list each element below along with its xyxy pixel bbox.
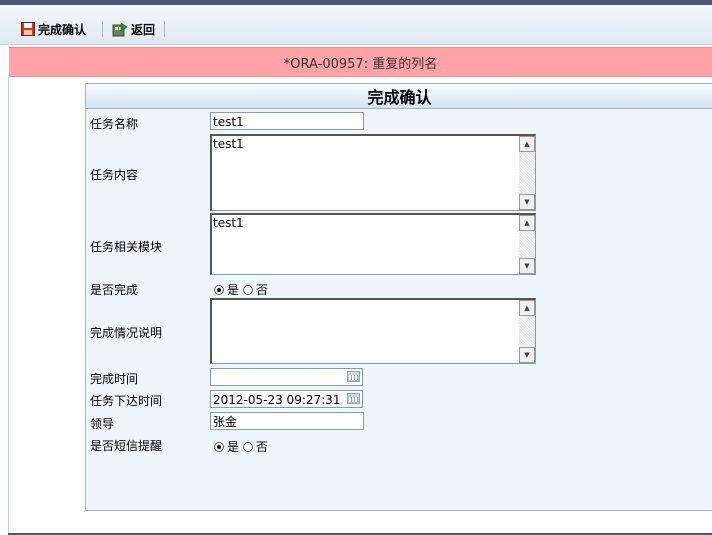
error-message: *ORA-00957: 重复的列名 [283, 56, 438, 72]
assign-time-input[interactable]: 2012-05-23 09:27:31 [210, 390, 363, 408]
task-content-text: test1 [213, 137, 244, 151]
assign-time-value: 2012-05-23 09:27:31 [213, 393, 341, 407]
task-module-label: 任务相关模块 [90, 240, 163, 254]
completion-note-textarea[interactable]: ▲ ▼ [210, 298, 536, 364]
task-content-textarea[interactable]: test1 ▲ ▼ [210, 134, 536, 211]
toolbar-separator [102, 21, 103, 37]
task-module-scrollbar[interactable]: ▲ ▼ [519, 215, 535, 274]
is-completed-yes-label: 是 [227, 283, 240, 297]
form-title: 完成确认 [86, 84, 712, 109]
sms-remind-yes-radio[interactable] [214, 441, 224, 452]
is-completed-no-radio[interactable] [243, 284, 254, 295]
left-border [8, 75, 9, 535]
task-content-scrollbar[interactable]: ▲ ▼ [519, 136, 535, 210]
confirm-button[interactable]: 完成确认 [21, 20, 86, 38]
completion-time-label: 完成时间 [90, 372, 139, 386]
calendar-icon[interactable] [347, 393, 360, 404]
sms-remind-yes-label: 是 [227, 440, 240, 454]
assign-time-label: 任务下达时间 [90, 394, 163, 408]
scroll-up-icon[interactable]: ▲ [519, 300, 535, 316]
scroll-up-icon[interactable]: ▲ [519, 215, 535, 231]
back-icon [112, 21, 128, 36]
task-module-text: test1 [213, 216, 244, 230]
completion-note-scrollbar[interactable]: ▲ ▼ [519, 300, 535, 363]
scroll-down-icon[interactable]: ▼ [519, 347, 535, 363]
completion-time-input[interactable] [210, 368, 363, 386]
save-icon [21, 22, 35, 36]
scroll-down-icon[interactable]: ▼ [519, 258, 535, 274]
sms-remind-no-radio[interactable] [243, 441, 254, 452]
leader-input[interactable]: 张金 [210, 412, 364, 430]
scroll-up-icon[interactable]: ▲ [519, 136, 535, 152]
toolbar: 完成确认 返回 [0, 5, 712, 45]
toolbar-separator [164, 21, 165, 37]
sms-remind-no-label: 否 [256, 440, 269, 454]
task-module-textarea[interactable]: test1 ▲ ▼ [210, 213, 536, 275]
leader-label: 领导 [90, 417, 115, 431]
error-message-bar: *ORA-00957: 重复的列名 [9, 47, 712, 77]
task-name-label: 任务名称 [90, 117, 139, 131]
is-completed-yes-radio[interactable] [214, 284, 224, 295]
task-name-input[interactable]: test1 [210, 112, 364, 130]
scroll-down-icon[interactable]: ▼ [519, 194, 535, 210]
sms-remind-radio-group: 是 否 [214, 438, 268, 455]
confirm-form-panel: 完成确认 任务名称 test1 任务内容 test1 ▲ ▼ 任务相关模块 te… [85, 83, 712, 511]
confirm-button-label: 完成确认 [38, 22, 87, 37]
is-completed-no-label: 否 [256, 283, 269, 297]
back-button[interactable]: 返回 [112, 20, 155, 38]
back-button-label: 返回 [131, 22, 156, 37]
task-content-label: 任务内容 [90, 168, 139, 182]
is-completed-radio-group: 是 否 [214, 281, 268, 298]
completion-note-label: 完成情况说明 [90, 326, 163, 340]
sms-remind-label: 是否短信提醒 [90, 439, 163, 453]
calendar-icon[interactable] [347, 371, 360, 382]
is-completed-label: 是否完成 [90, 283, 139, 297]
